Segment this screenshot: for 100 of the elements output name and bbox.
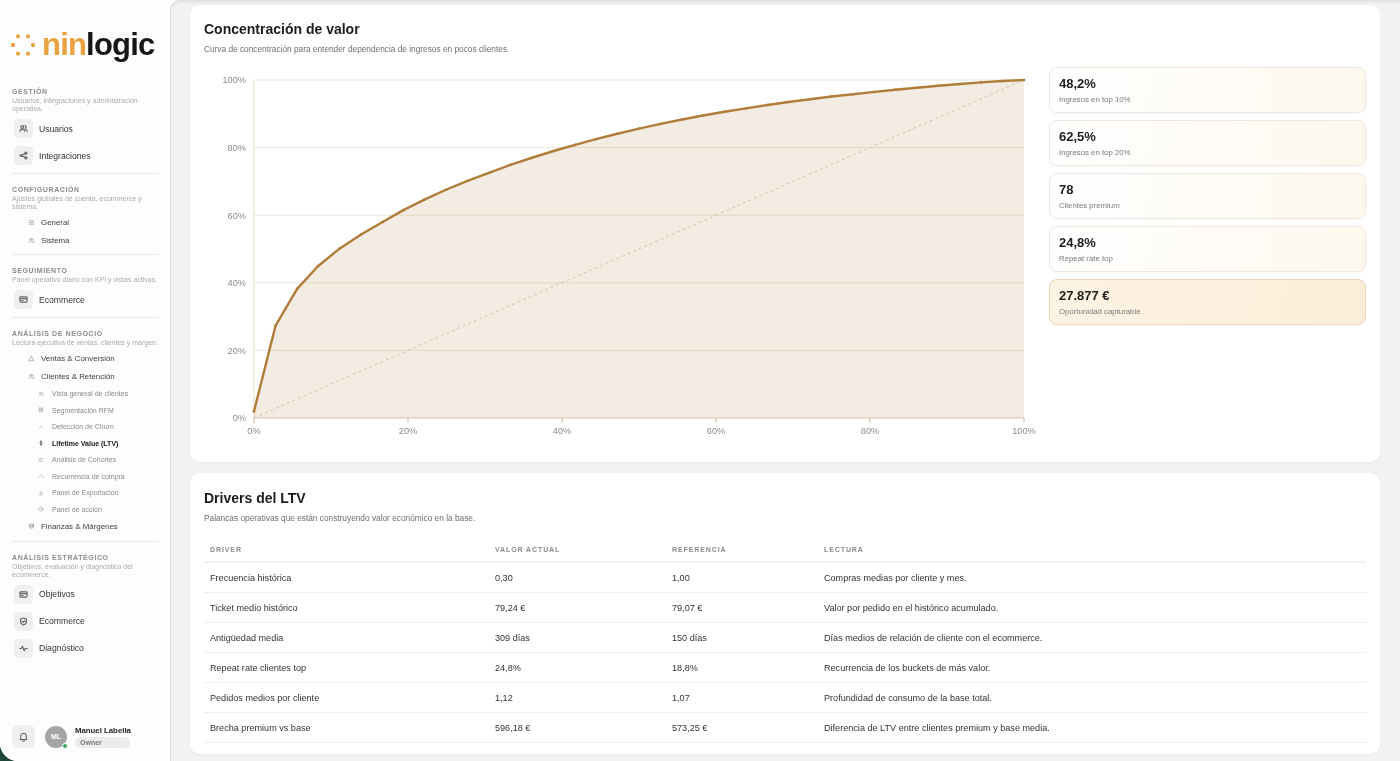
notifications-button[interactable] <box>12 725 35 748</box>
dollar-icon <box>38 440 44 446</box>
data-point <box>445 188 448 191</box>
data-point <box>808 97 812 101</box>
data-point <box>766 103 769 107</box>
data-point <box>723 110 726 114</box>
data-point <box>894 88 897 92</box>
data-point <box>958 82 962 86</box>
data-point <box>937 84 940 88</box>
table-cell: Brecha premium vs base <box>210 722 311 733</box>
table-cell: Ticket medio histórico <box>210 602 298 613</box>
data-point <box>252 409 256 413</box>
download-icon <box>38 489 44 496</box>
list-icon <box>28 218 35 226</box>
coins-icon <box>28 523 35 530</box>
data-point <box>915 86 919 90</box>
data-point <box>509 163 512 167</box>
bars-icon <box>38 456 44 463</box>
triangle-icon <box>28 354 35 362</box>
table-cell: 1,12 <box>495 692 513 703</box>
card-icon <box>14 584 33 604</box>
table-cell: Repeat rate clientes top <box>210 662 307 673</box>
nav-item[interactable]: Integraciones <box>12 146 91 165</box>
data-point <box>701 114 705 117</box>
data-point <box>381 220 384 224</box>
table-cell: Valor por pedido en el histórico acumulado. <box>824 602 999 613</box>
data-point <box>359 233 363 236</box>
nav-item[interactable]: Ecommerce <box>12 611 85 631</box>
data-point <box>573 143 577 147</box>
table-cell: 79,24 € <box>495 602 526 613</box>
data-point <box>423 198 427 201</box>
table-cell: 24,8% <box>495 662 521 673</box>
clock-icon <box>38 506 44 512</box>
kpi-value: 78 <box>1059 182 1074 198</box>
data-point <box>295 287 299 291</box>
card-title: Concentración de valor <box>204 20 360 38</box>
table-cell: 18,8% <box>672 662 698 673</box>
data-point <box>830 95 833 98</box>
users-icon <box>38 390 44 397</box>
arc-icon <box>38 473 44 479</box>
table-cell: 573,25 € <box>672 722 708 733</box>
card-icon <box>14 290 33 309</box>
share-icon <box>14 146 33 165</box>
table-cell: Pedidos medios por cliente <box>210 692 320 703</box>
shield-icon <box>14 611 33 631</box>
table-cell: Diferencia de LTV entre clientes premium y base media. <box>824 722 1050 733</box>
data-point <box>488 171 491 174</box>
dots-ring-icon <box>9 33 37 57</box>
data-point <box>402 208 405 212</box>
card-subtitle: Palancas operativas que están construyendo valor económico en la base. <box>204 512 476 524</box>
data-point <box>594 137 598 141</box>
users-icon <box>28 236 35 244</box>
table-cell: Antigüedad media <box>210 632 284 643</box>
card-subtitle: Curva de concentración para entender dependencia de ingresos en pocos clientes. <box>204 43 510 55</box>
nav-item[interactable]: Usuarios <box>12 119 73 138</box>
axis-label: 60% <box>227 210 246 221</box>
table-cell: 150 días <box>672 632 707 643</box>
data-point <box>466 179 470 182</box>
bell-icon <box>18 731 29 742</box>
data-point <box>787 100 790 104</box>
axis-label: 60% <box>706 426 726 436</box>
table-cell: 1,07 <box>672 692 690 703</box>
table-cell: 309 días <box>495 632 530 643</box>
data-point <box>680 118 684 121</box>
users-icon <box>28 372 35 380</box>
data-point <box>979 81 983 84</box>
axis-label: 80% <box>860 426 880 436</box>
axis-label: 40% <box>552 426 572 436</box>
table-cell: Frecuencia histórica <box>210 572 292 583</box>
kpi-value: 48,2% <box>1059 76 1096 92</box>
kpi-value: 27.877 € <box>1059 288 1110 304</box>
data-point <box>637 127 641 130</box>
users-icon <box>14 119 33 138</box>
caret-up-icon <box>38 423 44 430</box>
nav-item[interactable]: Ecommerce <box>12 290 85 309</box>
axis-label: 20% <box>227 345 246 356</box>
card-title: Drivers del LTV <box>204 489 306 507</box>
data-point <box>530 156 534 160</box>
kpi-value: 62,5% <box>1059 129 1096 145</box>
data-point <box>1001 79 1004 83</box>
nav-item[interactable]: Objetivos <box>12 584 75 604</box>
table-cell: Recurrencia de los buckets de más valor. <box>824 662 991 673</box>
axis-label: 100% <box>222 75 246 86</box>
pulse-icon <box>14 638 33 658</box>
data-point <box>552 149 555 153</box>
table-cell: 79,07 € <box>672 602 703 613</box>
data-point <box>1022 78 1026 82</box>
table-cell: Compras medias por cliente y mes. <box>824 572 967 583</box>
data-point <box>744 107 748 110</box>
table-cell: 0,30 <box>495 572 513 583</box>
data-point <box>274 324 277 328</box>
kpi-value: 24,8% <box>1059 235 1096 251</box>
axis-label: 100% <box>1012 426 1036 436</box>
logo-wordmark: ninlogic <box>42 30 155 60</box>
data-point <box>851 92 855 96</box>
axis-label: 0% <box>247 426 261 436</box>
data-point <box>316 264 320 268</box>
table-cell: 1,00 <box>672 572 690 583</box>
nav-item[interactable]: Diagnóstico <box>12 638 84 658</box>
axis-label: 20% <box>398 426 418 436</box>
